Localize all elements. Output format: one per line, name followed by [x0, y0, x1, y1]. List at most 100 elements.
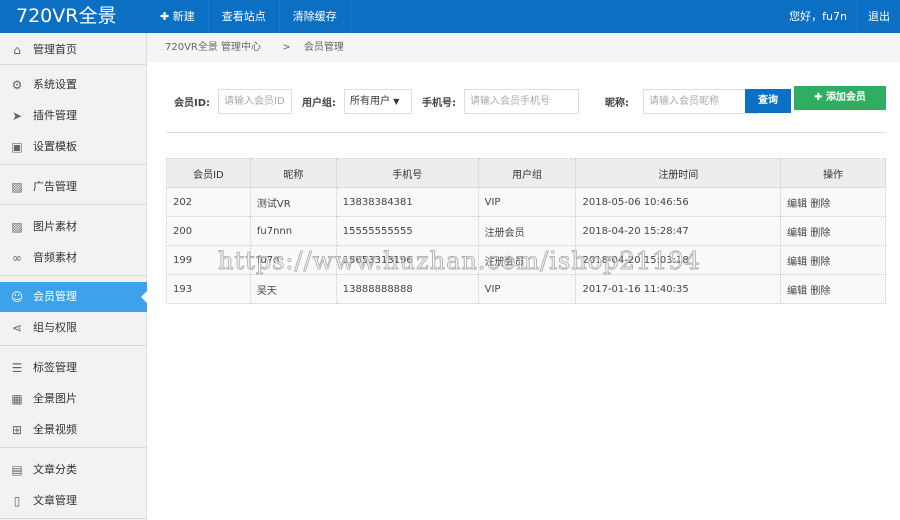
column-header: 昵称	[249, 158, 337, 188]
breadcrumb-root[interactable]: 720VR全景 管理中心	[165, 42, 261, 53]
phone-input[interactable]: 请输入会员手机号	[464, 88, 580, 114]
cell-time: 2018-05-06 10:46:56	[575, 187, 782, 217]
sidebar-separator	[0, 345, 147, 346]
sidebar-item-8[interactable]: ⋖ 组与权限	[0, 313, 147, 343]
sidebar-item-6[interactable]: ∞ 音频素材	[0, 243, 147, 273]
logout-link[interactable]: 退出	[857, 0, 900, 33]
cell-nick: fu7nnn	[249, 216, 337, 246]
breadcrumb-current: 会员管理	[303, 42, 344, 53]
sidebar-item-label: 文章分类	[33, 463, 77, 476]
sidebar-item-label: 组与权限	[33, 321, 77, 334]
table-row: 202 测试VR 13838384381 VIP 2018-05-06 10:46:56…	[166, 187, 886, 217]
sidebar-separator	[0, 204, 147, 205]
sidebar-item-5[interactable]: ▨ 图片素材	[0, 212, 147, 242]
sidebar-item-label: 设置模板	[33, 140, 77, 153]
edit-link[interactable]: 编辑	[787, 228, 807, 239]
cell-phone: 15555555555	[335, 216, 479, 246]
sidebar-item-10[interactable]: ▦ 全景图片	[0, 384, 147, 414]
cell-nick: fu7n	[249, 245, 337, 275]
plus-icon: ✚	[160, 10, 170, 23]
sidebar-item-9[interactable]: ☰ 标签管理	[0, 353, 147, 383]
sidebar-item-label: 全景视频	[33, 423, 77, 436]
cell-id: 193	[166, 274, 251, 304]
edit-link[interactable]: 编辑	[787, 199, 807, 210]
caret-down-icon: ▼	[393, 96, 400, 106]
cell-time: 2017-01-16 11:40:35	[575, 274, 782, 304]
sidebar-item-3[interactable]: ▣ 设置模板	[0, 132, 147, 162]
view-site-link[interactable]: 查看站点	[209, 0, 280, 33]
breadcrumb-sep: >	[282, 42, 291, 53]
sidebar-item-label: 广告管理	[33, 180, 77, 193]
sidebar-separator	[0, 275, 147, 276]
plus-icon: ✚	[814, 92, 823, 103]
delete-link[interactable]: 删除	[810, 257, 830, 268]
sidebar-item-1[interactable]: ⚙ 系统设置	[0, 70, 147, 100]
filter-bar: 会员ID: 请输入会员ID 用户组: 所有用户 ▼ 手机号: 请输入会员手机号 …	[174, 88, 768, 114]
cell-actions: 编辑 删除	[780, 187, 886, 217]
cell-id: 199	[166, 245, 251, 275]
group-select[interactable]: 所有用户 ▼	[344, 88, 413, 114]
sidebar-item-4[interactable]: ▨ 广告管理	[0, 172, 147, 202]
sidebar-item-13[interactable]: ▯ 文章管理	[0, 486, 147, 516]
clear-cache-link[interactable]: 清除缓存	[280, 0, 351, 33]
apps-icon: ⊞	[11, 423, 23, 437]
phone-label: 手机号:	[422, 97, 457, 109]
table-row: 193 吴天 13888888888 VIP 2017-01-16 11:40:35 编辑…	[166, 274, 886, 304]
delete-link[interactable]: 删除	[810, 286, 830, 297]
link-icon: ∞	[12, 251, 22, 265]
cell-phone: 15653313196	[335, 245, 479, 275]
cell-group: VIP	[477, 187, 577, 217]
add-member-label: 添加会员	[825, 92, 866, 103]
share-icon: ⋖	[11, 321, 23, 335]
cell-actions: 编辑 删除	[780, 274, 886, 304]
members-table: 会员ID 昵称 手机号 用户组 注册时间 操作 202 测试VR 13838384381 VIP…	[166, 158, 886, 304]
sidebar-separator	[0, 164, 147, 165]
sidebar-item-label: 文章管理	[33, 494, 77, 507]
logo[interactable]: 720VR全景	[0, 0, 147, 33]
edit-link[interactable]: 编辑	[787, 286, 807, 297]
cell-actions: 编辑 删除	[780, 216, 886, 246]
divider	[166, 132, 886, 133]
column-header: 会员ID	[166, 158, 251, 188]
sidebar-item-2[interactable]: ➤ 插件管理	[0, 101, 147, 131]
cell-group: 注册会员	[477, 216, 577, 246]
sidebar-item-label: 系统设置	[33, 78, 77, 91]
cell-phone: 13838384381	[335, 187, 479, 217]
delete-link[interactable]: 删除	[810, 199, 830, 210]
sidebar-item-label: 标签管理	[33, 361, 77, 374]
add-member-button[interactable]: ✚ 添加会员	[794, 86, 886, 110]
nickname-input[interactable]: 请输入会员昵称	[643, 88, 759, 114]
nickname-label: 昵称:	[605, 97, 630, 109]
sidebar-item-label: 图片素材	[33, 220, 77, 233]
new-button[interactable]: ✚ 新建	[147, 0, 209, 33]
sidebar: ⌂ 管理首页 ⚙ 系统设置 ➤ 插件管理 ▣ 设置模板 ▨ 广告管理 ▨ 图片素材 ∞ 音频素材 ☺ 会员管理…	[0, 33, 147, 520]
image-icon: ▨	[11, 180, 23, 194]
cell-time: 2018-04-20 15:28:47	[575, 216, 782, 246]
sidebar-item-12[interactable]: ▤ 文章分类	[0, 455, 147, 485]
sidebar-item-label: 全景图片	[33, 392, 77, 405]
delete-link[interactable]: 删除	[810, 228, 830, 239]
group-label: 用户组:	[302, 97, 337, 109]
column-header: 注册时间	[575, 158, 782, 188]
cell-nick: 测试VR	[249, 187, 337, 217]
cell-time: 2018-04-20 15:03:18	[575, 245, 782, 275]
cell-nick: 吴天	[249, 274, 337, 304]
sidebar-item-11[interactable]: ⊞ 全景视频	[0, 415, 147, 445]
edit-link[interactable]: 编辑	[787, 257, 807, 268]
breadcrumb: 720VR全景 管理中心 > 会员管理	[147, 33, 900, 62]
gear-icon: ⚙	[11, 78, 23, 92]
member-id-input[interactable]: 请输入会员ID	[218, 88, 293, 114]
column-header: 手机号	[335, 158, 479, 188]
sidebar-item-0[interactable]: ⌂ 管理首页	[0, 35, 147, 65]
sidebar-item-label: 管理首页	[33, 43, 77, 56]
cell-group: 注册会员	[477, 245, 577, 275]
cell-id: 200	[166, 216, 251, 246]
sidebar-item-label: 会员管理	[33, 290, 77, 303]
grid-icon: ▦	[11, 392, 23, 406]
column-header: 用户组	[477, 158, 577, 188]
column-header: 操作	[780, 158, 886, 188]
search-button[interactable]: 查询	[745, 89, 791, 113]
sidebar-item-7[interactable]: ☺ 会员管理	[0, 282, 147, 312]
user-greeting: 您好，fu7n	[789, 10, 847, 23]
users-icon: ☺	[10, 290, 24, 304]
